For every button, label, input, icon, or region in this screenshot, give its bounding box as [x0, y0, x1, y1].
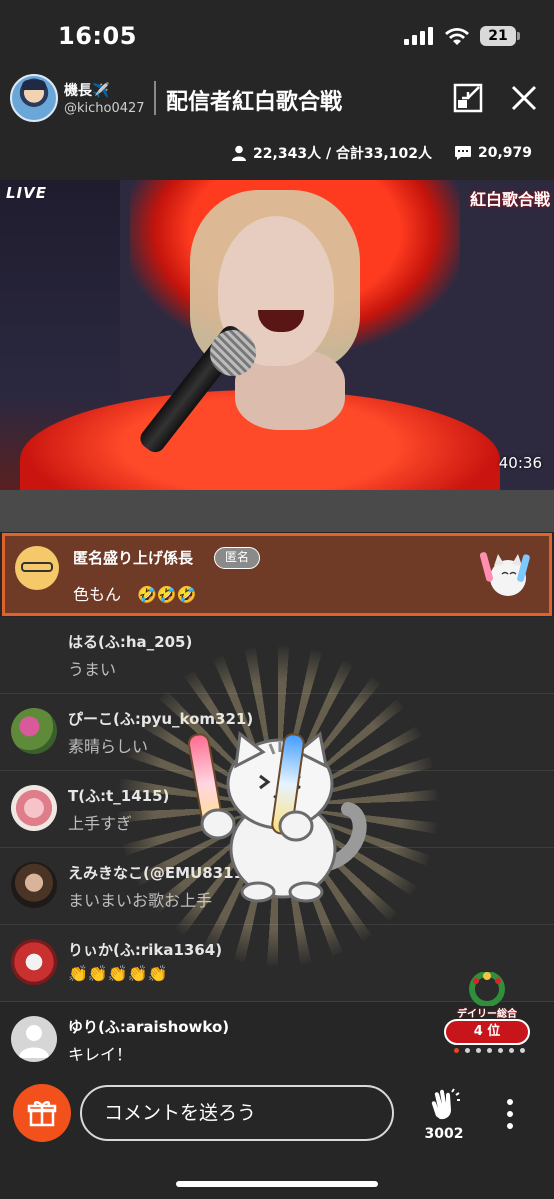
battery-icon: 21: [480, 26, 520, 46]
comment-message: うまい: [68, 660, 117, 679]
video-player[interactable]: LIVE 紅白歌合戦 40:36: [0, 180, 554, 490]
broadcast-logo: 紅白歌合戦: [469, 190, 550, 209]
ranking-page-dots: [454, 1048, 525, 1053]
cat-glowstick-effect-icon: [187, 731, 367, 903]
default-avatar-icon: [11, 1016, 57, 1062]
close-icon[interactable]: [508, 82, 540, 114]
comment-icon: [454, 146, 471, 160]
gift-icon: [27, 1101, 57, 1127]
host-avatar[interactable]: [10, 74, 58, 122]
wifi-icon: [445, 28, 469, 45]
comment-avatar: [11, 708, 57, 754]
wreath-icon: [469, 972, 505, 1006]
viewer-stats: 22,343人 / 合計33,102人 20,979: [231, 143, 532, 163]
pinned-name: 匿名盛り上げ係長: [73, 549, 194, 567]
clap-icon: [431, 1088, 460, 1120]
live-label: LIVE: [6, 184, 47, 202]
ranking-badge[interactable]: デイリー総合 4 位: [444, 972, 530, 1058]
header-divider: [154, 81, 156, 115]
bottom-bar: 3002: [0, 1080, 554, 1150]
more-options-icon[interactable]: [498, 1094, 522, 1134]
cat-glowstick-sticker-icon: [479, 552, 530, 596]
comment-avatar: [11, 939, 57, 985]
status-time: 16:05: [58, 22, 137, 50]
host-name[interactable]: 機長✈️: [64, 80, 109, 100]
video-bottom-band: [0, 490, 554, 532]
clap-button[interactable]: 3002: [418, 1086, 470, 1144]
cellular-signal-icon: [404, 27, 433, 45]
comment-input[interactable]: [80, 1085, 394, 1141]
pinned-message: 色もん 🤣🤣🤣: [73, 585, 197, 604]
viewer-count: 22,343人 / 合計33,102人: [253, 146, 432, 162]
clap-count: 3002: [424, 1126, 464, 1142]
ranking-position: 4 位: [444, 1019, 530, 1045]
host-id[interactable]: @kicho0427: [64, 101, 145, 116]
pinned-avatar: [15, 546, 59, 590]
stream-header: 機長✈️ @kicho0427 配信者紅白歌合戦: [0, 70, 554, 132]
status-icons: 21: [404, 26, 520, 46]
gift-button[interactable]: [13, 1084, 71, 1142]
anonymous-badge: 匿名: [214, 547, 261, 569]
comment-message: キレイ！: [68, 1045, 133, 1064]
comment-name: はる(ふ:ha_205): [68, 633, 193, 651]
comment-name: ゆり(ふ:araishowko): [68, 1018, 230, 1036]
status-bar: 16:05 21: [0, 0, 554, 70]
comment-avatar: [11, 785, 57, 831]
comment-message: 👏👏👏👏👏: [68, 964, 168, 983]
person-icon: [232, 145, 247, 161]
room-title: 配信者紅白歌合戦: [166, 90, 343, 115]
comment-avatar: [11, 862, 57, 908]
minimize-icon[interactable]: [452, 82, 484, 114]
ranking-label: デイリー総合: [457, 1009, 517, 1020]
comment-count: 20,979: [477, 145, 532, 161]
pinned-comment[interactable]: 匿名盛り上げ係長 匿名 色もん 🤣🤣🤣: [2, 533, 552, 616]
home-indicator: [176, 1181, 378, 1187]
elapsed-time: 40:36: [498, 454, 542, 472]
